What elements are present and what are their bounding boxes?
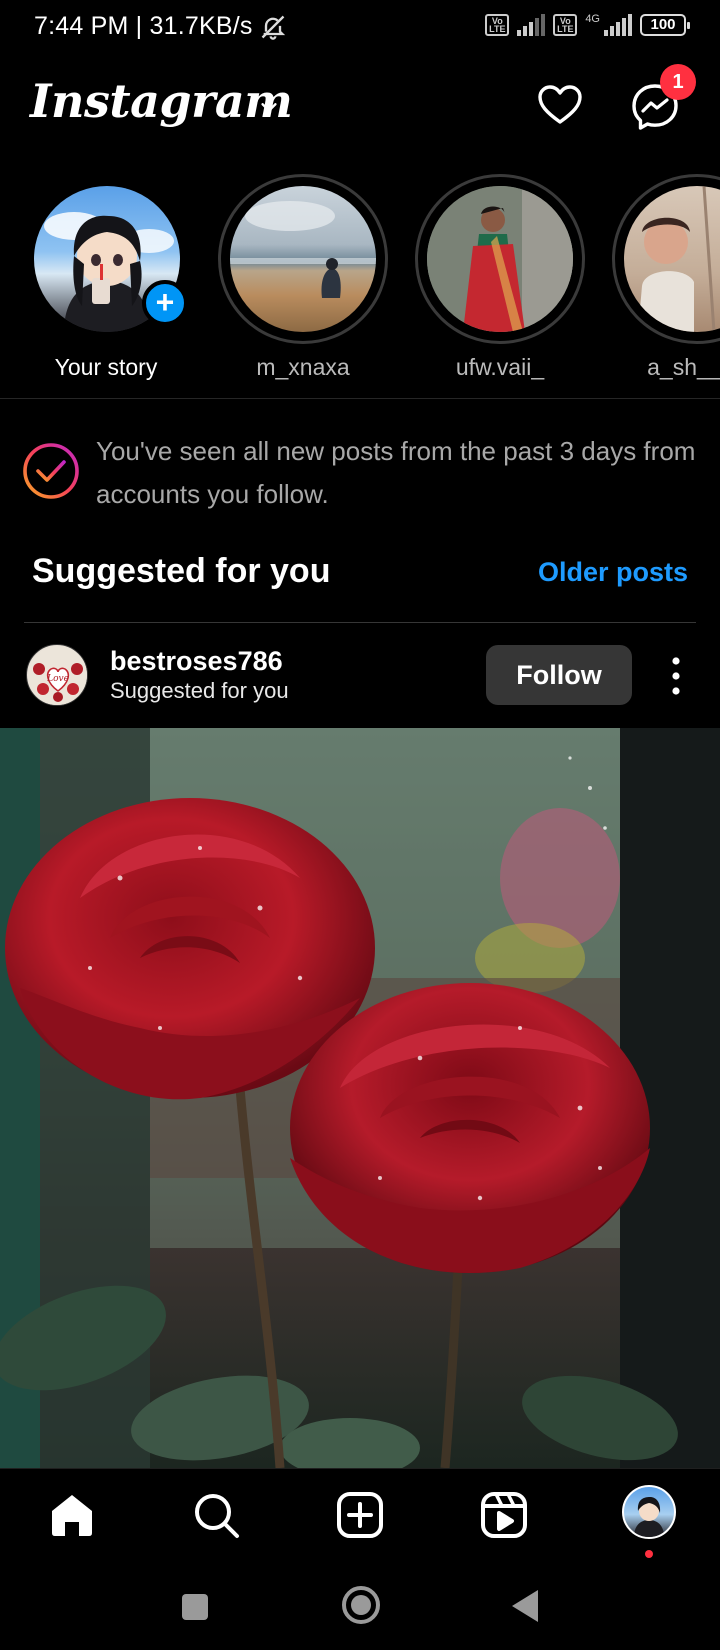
system-navigation-bar [0, 1564, 720, 1650]
bell-muted-icon [261, 15, 285, 40]
notifications-heart-icon[interactable] [536, 82, 584, 130]
messages-badge: 1 [660, 64, 696, 100]
saree-photo [427, 186, 573, 332]
love-roses-avatar: Love [28, 646, 87, 705]
older-posts-link[interactable]: Older posts [538, 557, 688, 588]
stories-tray: + Your story m_xnaxa ufw.vaii_ a_sh_ [0, 172, 720, 392]
volte-icon: Vo LTE [485, 14, 510, 36]
chevron-down-icon[interactable] [258, 96, 280, 118]
story-name: m_xnaxa [256, 354, 350, 380]
story-name: Your story [54, 354, 158, 380]
post-subtitle: Suggested for you [110, 678, 289, 703]
divider [0, 398, 720, 399]
follow-button[interactable]: Follow [486, 645, 632, 705]
status-left: 7:44 PM | 31.7KB/s [34, 12, 287, 41]
red-roses-photo [0, 728, 720, 1468]
story-avatar [230, 186, 376, 332]
profile-avatar-art [634, 1497, 664, 1537]
story-name: ufw.vaii_ [455, 354, 545, 380]
caught-up-check-icon [23, 443, 79, 499]
story-avatar [427, 186, 573, 332]
instagram-logo[interactable]: Instagram [30, 74, 293, 128]
status-right: Vo LTE Vo LTE 4G 100 [485, 13, 690, 36]
battery-icon: 100 [640, 14, 690, 36]
volte-icon-2: Vo LTE [553, 14, 578, 36]
post-author-avatar[interactable]: Love [26, 644, 88, 706]
suggested-heading: Suggested for you [32, 552, 331, 590]
home-icon[interactable] [46, 1489, 98, 1541]
back-icon[interactable] [508, 1588, 542, 1624]
post-image[interactable] [0, 728, 720, 1468]
story-name: a_sh__x_ [647, 354, 720, 380]
create-post-icon[interactable] [334, 1489, 386, 1541]
more-options-icon[interactable] [662, 654, 690, 698]
search-icon[interactable] [190, 1489, 242, 1541]
home-circle-icon[interactable] [340, 1584, 382, 1626]
status-time-speed: 7:44 PM | 31.7KB/s [34, 12, 253, 40]
profile-avatar[interactable] [622, 1485, 676, 1539]
add-story-plus-icon[interactable]: + [142, 280, 188, 326]
profile-notification-dot [645, 1550, 653, 1558]
caught-up-message: You've seen all new posts from the past … [96, 436, 696, 509]
bottom-navigation [0, 1468, 720, 1564]
network-type: 4G [585, 13, 600, 25]
reels-icon[interactable] [478, 1489, 530, 1541]
divider [24, 622, 696, 623]
recents-icon[interactable] [180, 1592, 210, 1622]
post-username[interactable]: bestroses786 [110, 646, 283, 677]
signal-icon-2 [604, 14, 632, 36]
avatar-text: Love [46, 674, 69, 684]
beach-photo [230, 201, 376, 298]
status-bar: 7:44 PM | 31.7KB/s Vo LTE Vo LTE 4G 100 [0, 0, 720, 56]
app-header: Instagram 1 [0, 64, 720, 164]
signal-icon [517, 14, 546, 36]
